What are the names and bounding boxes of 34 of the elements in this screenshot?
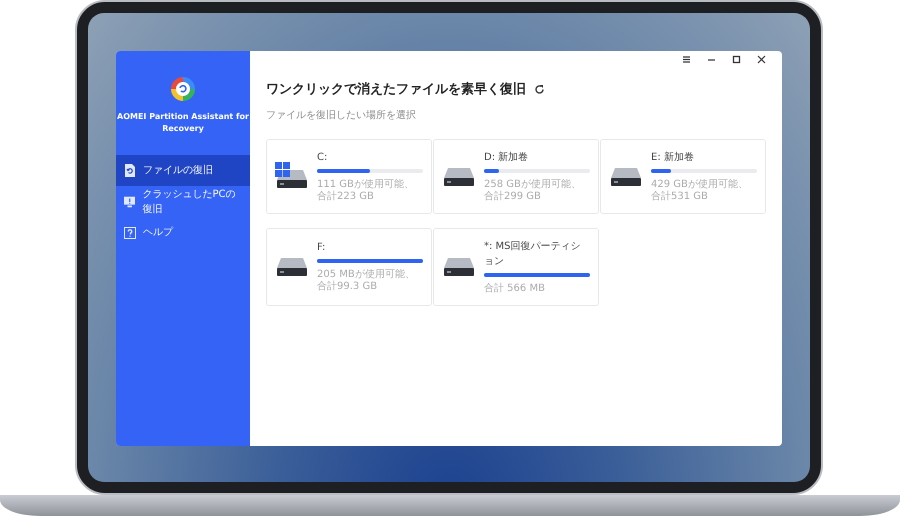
drive-card[interactable]: *: MS回復パーティション 合計 566 MB xyxy=(433,228,599,306)
app-logo-icon xyxy=(169,75,197,103)
drive-usage: 429 GBが使用可能、合計531 GB xyxy=(651,178,749,202)
help-icon xyxy=(124,226,136,238)
menu-icon[interactable] xyxy=(682,55,691,64)
drive-name: *: MS回復パーティション xyxy=(484,240,582,268)
drive-usage: 258 GBが使用可能、合計299 GB xyxy=(484,178,582,202)
system-drive-icon xyxy=(275,162,309,190)
drive-usage: 111 GBが使用可能、合計223 GB xyxy=(317,178,415,202)
monitor-warning-icon xyxy=(124,196,136,208)
drive-usage: 205 MBが使用可能、合計99.3 GB xyxy=(317,269,416,293)
page-title: ワンクリックで消えたファイルを素早く復旧 xyxy=(266,80,526,99)
hard-drive-icon xyxy=(275,256,309,278)
page-subtitle: ファイルを復旧したい場所を選択 xyxy=(266,108,417,122)
drive-name: F: xyxy=(317,241,326,255)
drive-name: C: xyxy=(317,150,328,164)
drive-name: E: 新加卷 xyxy=(651,150,695,164)
app-name: AOMEI Partition Assistant for Recovery xyxy=(116,111,250,135)
close-icon[interactable] xyxy=(757,55,766,64)
sidebar-item[interactable]: クラッシュしたPCの復旧 xyxy=(116,186,250,217)
hard-drive-icon xyxy=(442,166,476,188)
refresh-icon[interactable] xyxy=(534,84,545,96)
hard-drive-icon xyxy=(609,166,643,188)
document-icon xyxy=(124,164,136,177)
drive-card[interactable]: D: 新加卷 258 GBが使用可能、合計299 GB xyxy=(433,138,599,214)
hard-drive-icon xyxy=(442,256,476,278)
drive-name: D: 新加卷 xyxy=(484,150,530,164)
sidebar-item[interactable]: ヘルプ xyxy=(116,217,250,248)
drive-usage: 合計 566 MB xyxy=(484,282,546,294)
maximize-icon[interactable] xyxy=(732,55,741,64)
drive-card[interactable]: F: 205 MBが使用可能、合計99.3 GB xyxy=(266,228,432,306)
drive-card[interactable]: C: 111 GBが使用可能、合計223 GB xyxy=(266,138,432,214)
drive-card[interactable]: E: 新加卷 429 GBが使用可能、合計531 GB xyxy=(600,138,766,214)
sidebar-item[interactable]: ファイルの復旧 xyxy=(116,155,250,186)
